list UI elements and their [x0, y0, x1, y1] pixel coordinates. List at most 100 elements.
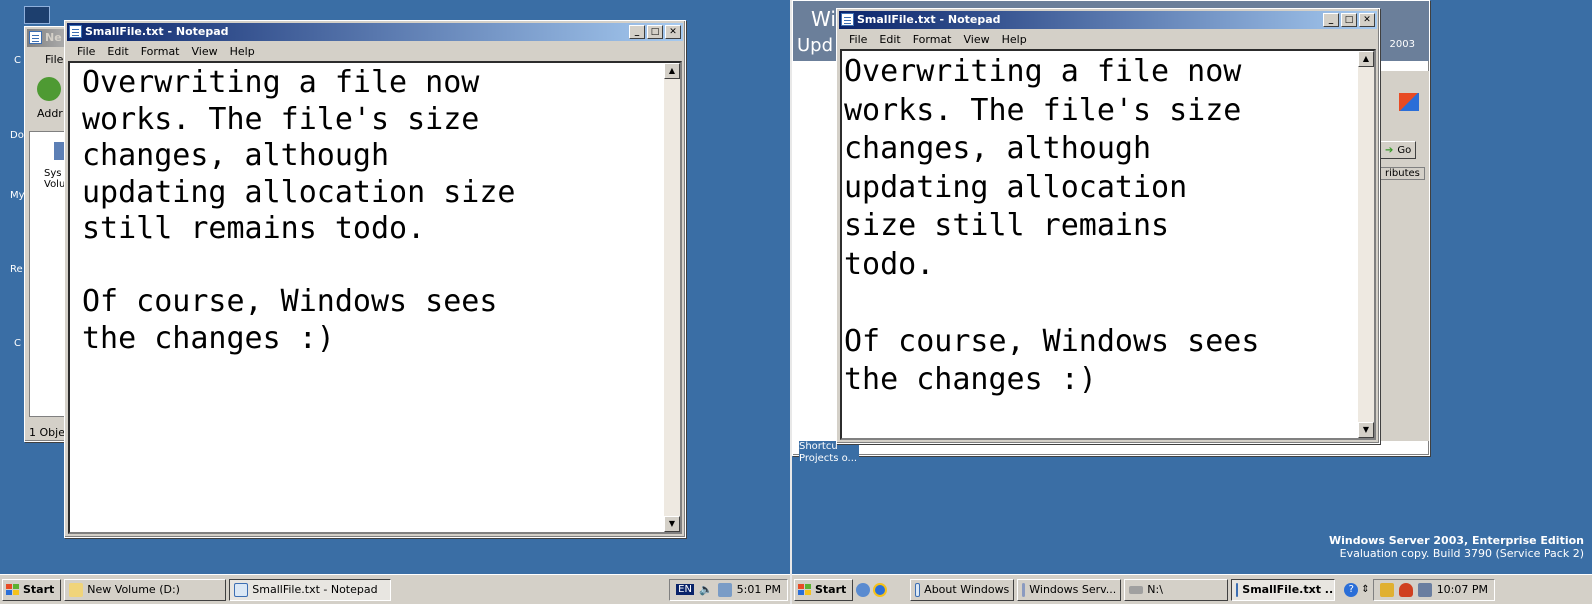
windows-flag-icon [6, 583, 20, 596]
bg-side-panel: ➔ Go ributes [1377, 71, 1429, 441]
maximize-button[interactable]: □ [1341, 13, 1357, 27]
network-icon[interactable] [717, 582, 732, 597]
go-label: Go [1397, 144, 1412, 156]
menu-view[interactable]: View [187, 45, 223, 58]
task-label: SmallFile.txt ... [1242, 583, 1336, 596]
watermark-build: Evaluation copy. Build 3790 (Service Pac… [1339, 547, 1584, 560]
desktop-icon-label[interactable]: My [10, 190, 25, 201]
task-label: About Windows [924, 583, 1010, 596]
bg-window-title: Wi [811, 7, 836, 31]
volume-icon[interactable]: 🔈 [699, 583, 713, 596]
windows-flag-icon [798, 583, 812, 596]
shortcut-line2: Projects o... [799, 453, 858, 464]
left-desktop: C Do My Re C P Ne File Addr Sys Volu 1 O… [0, 0, 790, 604]
task-about-windows[interactable]: About Windows [910, 578, 1015, 601]
desktop-icon-label[interactable]: Re [10, 264, 23, 275]
tray-tool-icon[interactable] [1379, 582, 1394, 597]
taskbar: Start New Volume (D:) SmallFile.txt - No… [0, 574, 790, 604]
notepad-titlebar[interactable]: SmallFile.txt - Notepad _ □ ✕ [67, 23, 683, 41]
menu-format[interactable]: Format [908, 33, 957, 46]
notepad-icon [234, 582, 249, 597]
clock[interactable]: 10:07 PM [1437, 583, 1488, 596]
watermark-edition: Windows Server 2003, Enterprise Edition [1329, 534, 1584, 547]
notepad-window[interactable]: SmallFile.txt - Notepad _ □ ✕ File Edit … [64, 20, 686, 538]
explorer-menu-file[interactable]: File [45, 53, 63, 66]
minimize-button[interactable]: _ [629, 25, 645, 39]
scroll-down-button[interactable]: ▼ [664, 516, 680, 532]
back-arrow-icon[interactable] [37, 77, 61, 101]
quicklaunch-ie-icon[interactable] [873, 582, 888, 597]
scroll-up-button[interactable]: ▲ [1358, 51, 1374, 67]
menu-format[interactable]: Format [136, 45, 185, 58]
attributes-column-header[interactable]: ributes [1380, 167, 1425, 180]
menu-help[interactable]: Help [225, 45, 260, 58]
explorer-title: Ne [45, 31, 62, 44]
tray-expand-icon[interactable]: ⇕ [1361, 584, 1369, 595]
notepad-title: SmallFile.txt - Notepad [85, 25, 229, 38]
task-notepad[interactable]: SmallFile.txt - Notepad [229, 578, 392, 601]
desktop-computer-icon[interactable] [24, 6, 50, 24]
scroll-up-button[interactable]: ▲ [664, 63, 680, 79]
os-watermark: Windows Server 2003, Enterprise Edition … [1329, 534, 1584, 560]
vertical-scrollbar[interactable]: ▲ ▼ [664, 63, 680, 532]
status-bar: 1 Obje [29, 426, 65, 439]
desktop-icon-label[interactable]: C [14, 55, 21, 66]
menu-edit[interactable]: Edit [102, 45, 133, 58]
task-windows-server[interactable]: Windows Serv... [1017, 578, 1122, 601]
menu-view[interactable]: View [959, 33, 995, 46]
notepad-menubar: File Edit Format View Help [68, 42, 682, 61]
notepad-title: SmallFile.txt - Notepad [857, 13, 1001, 26]
folder-icon [29, 31, 42, 44]
document-text: Overwriting a file now works. The file's… [844, 54, 1260, 397]
quicklaunch-explorer-icon[interactable] [856, 582, 871, 597]
notepad-icon [69, 25, 82, 38]
system-tray: EN 🔈 5:01 PM [669, 578, 788, 601]
bg-window-subtitle: Upd [797, 35, 834, 56]
menu-file[interactable]: File [844, 33, 872, 46]
network-drive-icon [1129, 585, 1144, 594]
vertical-scrollbar[interactable]: ▲ ▼ [1358, 51, 1374, 438]
menu-help[interactable]: Help [997, 33, 1032, 46]
notepad-window-right[interactable]: SmallFile.txt - Notepad _ □ ✕ File Edit … [836, 8, 1380, 444]
close-button[interactable]: ✕ [1359, 13, 1375, 27]
task-label: SmallFile.txt - Notepad [252, 583, 378, 596]
go-button[interactable]: ➔ Go [1380, 141, 1417, 159]
task-n-drive[interactable]: N:\ [1124, 578, 1229, 601]
server-icon [1022, 582, 1026, 597]
desktop-icon-label[interactable]: Do [10, 130, 24, 141]
security-shield-icon[interactable] [1398, 582, 1413, 597]
menu-file[interactable]: File [72, 45, 100, 58]
start-button[interactable]: Start [794, 578, 854, 601]
system-tray: 10:07 PM [1372, 578, 1496, 601]
address-label: Addr [37, 107, 63, 120]
shortcut-label[interactable]: Shortcu Projects o... [799, 441, 859, 465]
help-icon[interactable]: ? [1344, 582, 1359, 597]
document-text: Overwriting a file now works. The file's… [82, 65, 516, 356]
start-button[interactable]: Start [2, 578, 62, 601]
windows-logo-icon [1399, 93, 1419, 111]
close-button[interactable]: ✕ [665, 25, 681, 39]
text-area[interactable]: Overwriting a file now works. The file's… [840, 49, 1376, 440]
right-desktop: Wi Upd 2003 ➔ Go ributes Shortcu Projects… [792, 0, 1592, 604]
task-label: N:\ [1147, 583, 1163, 596]
notepad-icon [841, 13, 854, 26]
taskbar: Start About Windows Windows Serv... N:\ … [792, 574, 1592, 604]
notepad-menubar: File Edit Format View Help [840, 30, 1376, 49]
notepad-titlebar[interactable]: SmallFile.txt - Notepad _ □ ✕ [839, 11, 1377, 29]
bg-window-year: 2003 [1389, 39, 1415, 50]
start-label: Start [815, 583, 847, 596]
window-icon [915, 582, 921, 597]
language-indicator[interactable]: EN [676, 584, 694, 595]
scroll-down-button[interactable]: ▼ [1358, 422, 1374, 438]
task-label: New Volume (D:) [87, 583, 180, 596]
folder-icon [69, 582, 84, 597]
minimize-button[interactable]: _ [1323, 13, 1339, 27]
task-smallfile-notepad[interactable]: SmallFile.txt ... [1231, 578, 1336, 601]
task-explorer[interactable]: New Volume (D:) [64, 578, 227, 601]
text-area[interactable]: Overwriting a file now works. The file's… [68, 61, 682, 534]
maximize-button[interactable]: □ [647, 25, 663, 39]
network-icon[interactable] [1417, 582, 1432, 597]
clock[interactable]: 5:01 PM [737, 583, 781, 596]
menu-edit[interactable]: Edit [874, 33, 905, 46]
start-label: Start [23, 583, 55, 596]
